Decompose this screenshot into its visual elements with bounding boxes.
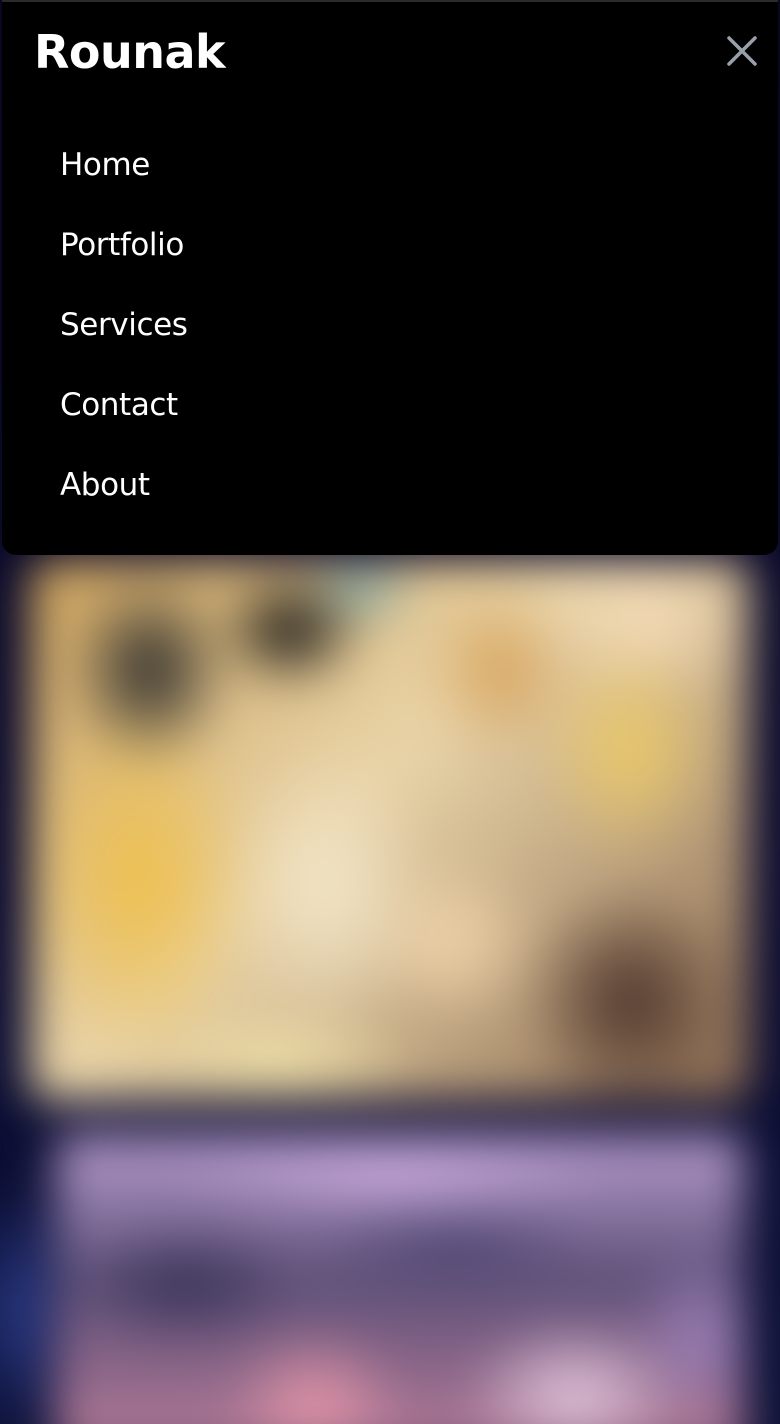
nav-link-portfolio[interactable]: Portfolio bbox=[60, 227, 184, 263]
portfolio-image-1 bbox=[30, 560, 750, 1100]
nav-item-home: Home bbox=[60, 140, 188, 220]
nav-item-portfolio: Portfolio bbox=[60, 220, 188, 300]
nav-link-about[interactable]: About bbox=[60, 467, 150, 503]
nav-list: Home Portfolio Services Contact About bbox=[60, 140, 188, 540]
nav-link-services[interactable]: Services bbox=[60, 307, 188, 343]
nav-item-services: Services bbox=[60, 300, 188, 380]
close-menu-button[interactable] bbox=[720, 30, 764, 74]
nav-link-home[interactable]: Home bbox=[60, 147, 150, 183]
portfolio-image-2 bbox=[55, 1135, 745, 1424]
nav-link-contact[interactable]: Contact bbox=[60, 387, 178, 423]
close-icon bbox=[727, 36, 757, 66]
brand-logo[interactable]: Rounak bbox=[34, 24, 226, 80]
page: Rounak Home Portfolio Services Contact A… bbox=[0, 0, 780, 1424]
nav-item-about: About bbox=[60, 460, 188, 540]
nav-item-contact: Contact bbox=[60, 380, 188, 460]
mobile-nav-menu: Rounak Home Portfolio Services Contact A… bbox=[2, 0, 778, 555]
